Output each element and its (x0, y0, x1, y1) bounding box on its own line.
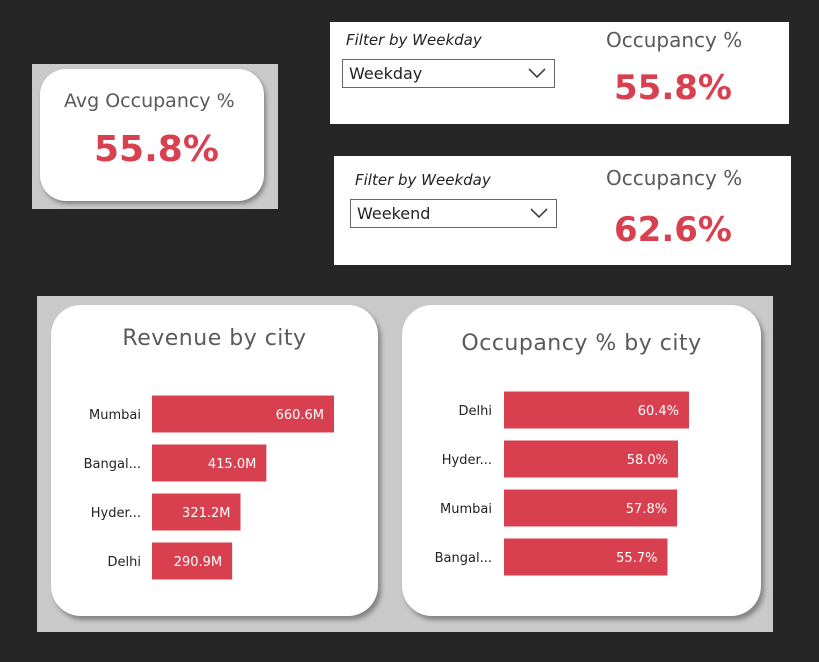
category-label: Mumbai (440, 502, 492, 517)
filter-label: Filter by Weekday (355, 171, 491, 189)
filter-label: Filter by Weekday (346, 31, 482, 49)
category-label: Delhi (459, 404, 492, 419)
category-label: Bangal... (84, 457, 141, 472)
chevron-down-icon (528, 68, 546, 79)
data-label: 660.6M (276, 408, 324, 423)
category-label: Mumbai (89, 408, 141, 423)
weekend-dropdown[interactable]: Weekend (350, 199, 557, 228)
dropdown-selected-value: Weekend (357, 204, 431, 223)
weekday-dropdown[interactable]: Weekday (342, 59, 555, 88)
occupancy-kpi-value: 55.8% (614, 68, 732, 108)
category-label: Bangal... (435, 551, 492, 566)
data-label: 58.0% (627, 453, 668, 468)
category-label: Hyder... (91, 506, 141, 521)
avg-occupancy-panel: Avg Occupancy % 55.8% (32, 64, 278, 209)
avg-occupancy-title: Avg Occupancy % (64, 90, 235, 112)
data-label: 415.0M (208, 457, 256, 472)
avg-occupancy-card[interactable]: Avg Occupancy % 55.8% (40, 69, 264, 201)
category-label: Delhi (108, 555, 141, 570)
occupancy-kpi-title: Occupancy % (606, 28, 743, 52)
revenue-by-city-chart: Mumbai 660.6M Bangal... 415.0M Hyder... 321.2… (84, 395, 334, 580)
charts-panel: Revenue by city Mumbai 660.6M Bangal... 415… (37, 296, 773, 632)
category-label: Hyder... (442, 453, 492, 468)
occupancy-kpi-value: 62.6% (614, 210, 732, 250)
weekend-filter-panel: Filter by Weekday Weekend Occupancy % 62… (334, 156, 791, 265)
occupancy-by-city-chart: Delhi 60.4% Hyder... 58.0% Mumbai 57.8% Bangal… (435, 391, 689, 576)
revenue-by-city-card: Revenue by city Mumbai 660.6M Bangal... 415… (51, 305, 378, 616)
avg-occupancy-value: 55.8% (94, 129, 219, 170)
data-label: 290.9M (174, 555, 222, 570)
data-label: 321.2M (182, 506, 230, 521)
data-label: 57.8% (626, 502, 667, 517)
occupancy-kpi-title: Occupancy % (606, 166, 743, 190)
weekday-filter-panel: Filter by Weekday Weekday Occupancy % 55… (330, 22, 789, 124)
occupancy-by-city-card: Occupancy % by city Delhi 60.4% Hyder... 58… (402, 305, 761, 616)
data-label: 60.4% (638, 404, 679, 419)
dropdown-selected-value: Weekday (349, 64, 423, 83)
chevron-down-icon (530, 208, 548, 219)
data-label: 55.7% (616, 551, 657, 566)
